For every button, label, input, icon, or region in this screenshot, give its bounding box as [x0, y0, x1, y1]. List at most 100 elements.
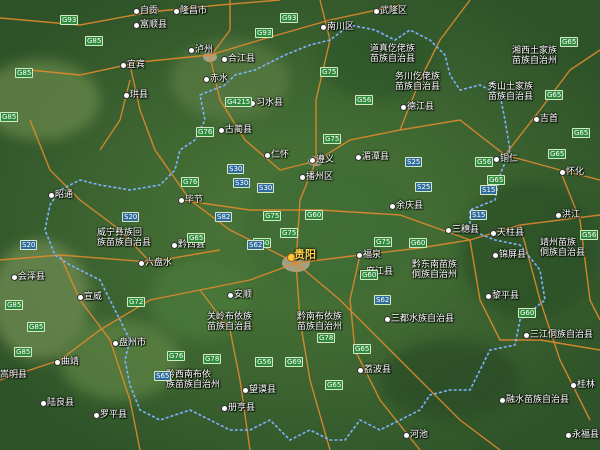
place-marker-hechi: [403, 432, 410, 439]
place-label-zhaotong[interactable]: 昭通: [55, 190, 73, 200]
place-label-hechi[interactable]: 河池: [410, 430, 428, 440]
road-shield-g60: G60: [305, 210, 324, 220]
place-label-gulin[interactable]: 古蔺县: [225, 125, 252, 135]
place-label-qiandongnan[interactable]: 黔东南苗族 侗族自治州: [412, 260, 457, 280]
place-label-ceheng[interactable]: 册亨县: [228, 403, 255, 413]
place-label-dejiang[interactable]: 德江县: [407, 102, 434, 112]
place-label-liupanshui[interactable]: 六盘水: [145, 258, 172, 268]
road-shield-g65: G65: [560, 37, 579, 47]
place-label-xishui[interactable]: 习水县: [256, 98, 283, 108]
place-marker-sanjiang: [523, 332, 530, 339]
place-label-bijie[interactable]: 毕节: [185, 195, 203, 205]
place-label-wulong[interactable]: 武隆区: [380, 6, 407, 16]
place-label-xiushan[interactable]: 秀山土家族 苗族自治县: [488, 82, 533, 102]
place-marker-jishou: [533, 116, 540, 123]
place-label-qianxinan[interactable]: 黔西南布依 族苗族自治州: [166, 370, 220, 390]
place-label-luzhou[interactable]: 泸州: [195, 45, 213, 55]
place-label-anshun[interactable]: 安顺: [234, 290, 252, 300]
place-label-xiangxi[interactable]: 湘西土家族 苗族自治州: [512, 46, 557, 66]
road-shield-s30: S30: [257, 183, 275, 193]
place-marker-bozhou: [299, 174, 306, 181]
place-label-yibin[interactable]: 宜宾: [127, 60, 145, 70]
place-marker-huaihua: [559, 169, 566, 176]
place-label-tianzhu[interactable]: 天柱县: [497, 228, 524, 238]
road-shield-s20: S20: [122, 212, 140, 222]
place-label-wangmo[interactable]: 望谟县: [249, 385, 276, 395]
place-marker-zhaotong: [48, 192, 55, 199]
road-shield-g75: G75: [263, 211, 282, 221]
satellite-map[interactable]: 贵阳 自贡 隆昌市 武隆区南川区 富顺县泸州合江县 道真仡佬族 苗族自治县 湘西土家族 苗…: [0, 0, 600, 450]
place-label-fushun[interactable]: 富顺县: [140, 20, 167, 30]
place-label-rongshui[interactable]: 融水苗族自治县: [506, 395, 569, 405]
place-marker-tongren: [493, 156, 500, 163]
place-label-songming[interactable]: 嵩明县: [0, 370, 27, 380]
road-shield-g75: G75: [280, 228, 299, 238]
place-marker-huize: [11, 274, 18, 281]
place-marker-renhuai: [264, 152, 271, 159]
place-label-yongfu[interactable]: 永福县: [572, 430, 599, 440]
place-label-jishou[interactable]: 吉首: [540, 114, 558, 124]
place-label-meitan[interactable]: 湄潭县: [362, 152, 389, 162]
road-shield-s30: S30: [233, 178, 251, 188]
road-shield-g65: G65: [353, 344, 372, 354]
road-shield-g85: G85: [14, 347, 33, 357]
place-label-sandu[interactable]: 三都水族自治县: [391, 314, 454, 324]
capital-label-guiyang[interactable]: 贵阳: [294, 249, 316, 260]
map-terrain: [0, 0, 600, 450]
place-marker-longchang: [173, 8, 180, 15]
place-label-wuchuan[interactable]: 务川仡佬族 苗族自治县: [395, 72, 440, 92]
place-marker-xuanwei: [77, 294, 84, 301]
place-label-guanling[interactable]: 关岭布依族 苗族自治县: [207, 312, 252, 332]
place-marker-guilin: [570, 382, 577, 389]
place-label-huize[interactable]: 会泽县: [18, 272, 45, 282]
place-label-weining[interactable]: 威宁彝族回 族苗族自治县: [97, 228, 151, 248]
road-shield-g76: G76: [181, 177, 200, 187]
road-shield-g60: G60: [409, 238, 428, 248]
place-label-huaihua[interactable]: 怀化: [566, 167, 584, 177]
place-label-fuquan[interactable]: 福泉: [363, 250, 381, 260]
place-label-qiannan[interactable]: 黔南布依族 苗族自治州: [297, 312, 342, 332]
place-label-gong[interactable]: 珙县: [130, 90, 148, 100]
place-label-sansui[interactable]: 三穗县: [452, 225, 479, 235]
place-marker-luoping: [93, 412, 100, 419]
place-label-hongjiang[interactable]: 洪江: [562, 210, 580, 220]
place-label-daozhen[interactable]: 道真仡佬族 苗族自治县: [370, 44, 415, 64]
place-label-hejiang[interactable]: 合江县: [228, 54, 255, 64]
place-label-zunyi[interactable]: 遵义: [316, 155, 334, 165]
place-label-renhuai[interactable]: 仁怀: [271, 150, 289, 160]
place-marker-zunyi: [309, 157, 316, 164]
road-shield-g78: G78: [317, 333, 336, 343]
place-label-liping[interactable]: 黎平县: [492, 291, 519, 301]
place-label-luliang[interactable]: 陆良县: [47, 398, 74, 408]
road-shield-g76: G76: [167, 351, 186, 361]
place-marker-liupanshui: [138, 260, 145, 267]
place-label-zigong[interactable]: 自贡: [140, 6, 158, 16]
place-marker-luzhou: [188, 47, 195, 54]
place-label-xuanwei[interactable]: 宣威: [84, 292, 102, 302]
place-label-guilin[interactable]: 桂林: [577, 380, 595, 390]
place-marker-gulin: [218, 127, 225, 134]
place-label-panzhou[interactable]: 盘州市: [119, 338, 146, 348]
road-shield-s65: S65: [154, 371, 172, 381]
place-marker-wangmo: [242, 387, 249, 394]
place-label-libo[interactable]: 荔波县: [364, 365, 391, 375]
road-shield-g85: G85: [27, 322, 46, 332]
place-marker-gong: [123, 92, 130, 99]
place-marker-yongfu: [565, 432, 572, 439]
place-label-bozhou[interactable]: 播州区: [306, 172, 333, 182]
place-label-yuqing[interactable]: 余庆县: [396, 201, 423, 211]
place-label-longchang[interactable]: 隆昌市: [180, 6, 207, 16]
place-marker-jinping: [492, 252, 499, 259]
place-label-tongren[interactable]: 铜仁: [500, 154, 518, 164]
road-shield-s20: S20: [20, 240, 38, 250]
place-label-chishui[interactable]: 赤水: [210, 74, 228, 84]
place-label-nanchuan[interactable]: 南川区: [327, 22, 354, 32]
place-label-qujing[interactable]: 曲靖: [61, 357, 79, 367]
place-marker-nanchuan: [320, 24, 327, 31]
road-shield-g65: G65: [487, 175, 506, 185]
road-shield-g65: G65: [325, 380, 344, 390]
place-label-jingzhou[interactable]: 靖州苗族 侗族自治县: [540, 238, 585, 258]
place-label-sanjiang[interactable]: 三江侗族自治县: [530, 330, 593, 340]
place-label-luoping[interactable]: 罗平县: [100, 410, 127, 420]
place-label-jinping[interactable]: 锦屏县: [499, 250, 526, 260]
